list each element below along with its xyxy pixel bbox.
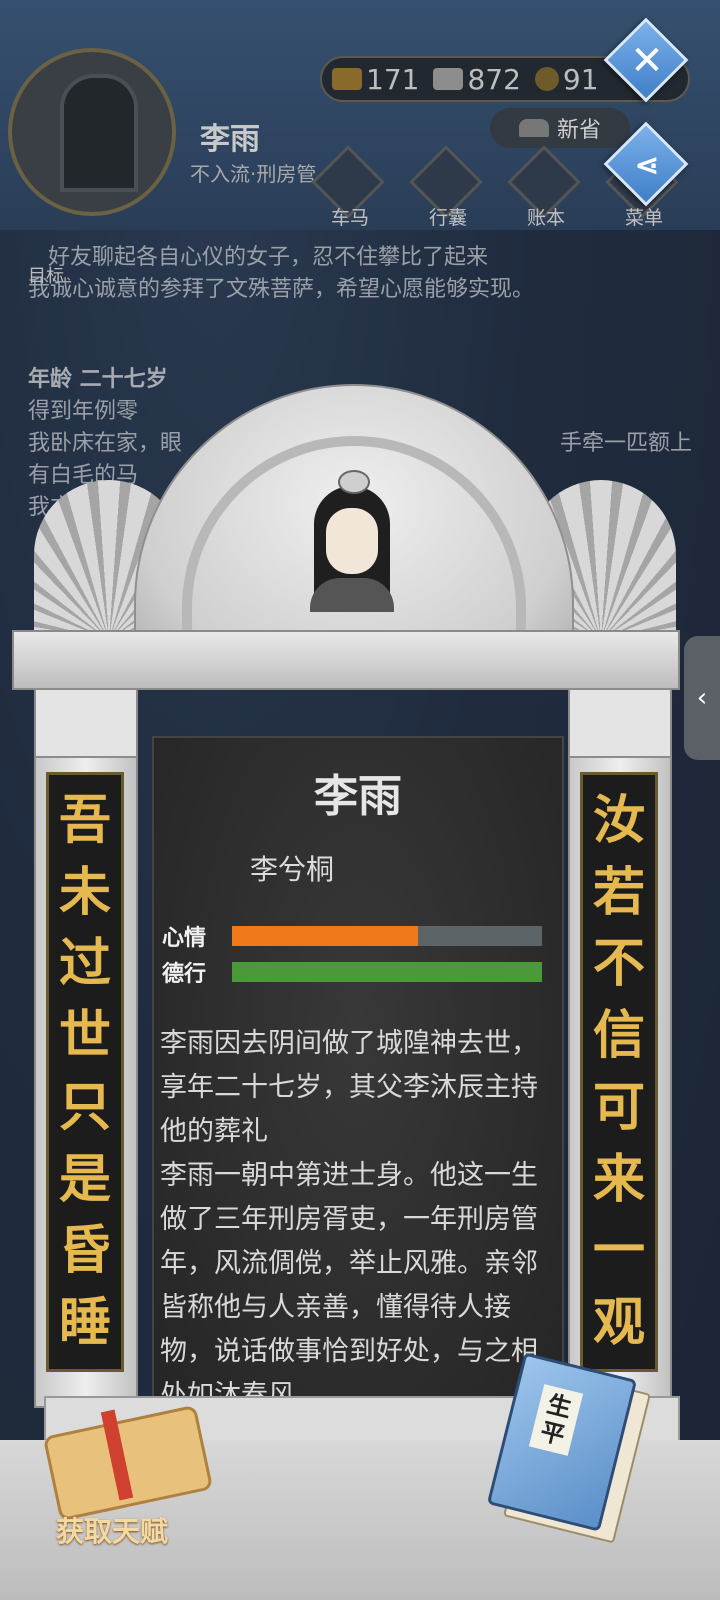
share-button[interactable]: ⋖ <box>602 120 692 210</box>
portrait-robe <box>310 578 394 612</box>
share-icon: ⋖ <box>634 147 660 183</box>
resource-value: 91 <box>562 62 599 96</box>
iron-icon <box>518 119 549 137</box>
couplet-char: 汝 <box>592 790 645 851</box>
menu-label: 车马 <box>330 207 369 229</box>
side-expand-tab[interactable]: ‹ <box>684 636 720 760</box>
player-name: 李雨 <box>200 122 260 157</box>
tombstone-board: 李雨 李兮桐 心情 德行 李雨因去阴间做了城隍神去世，享年二十七岁，其父李沐辰主… <box>152 736 564 1456</box>
couplet-char: 一 <box>592 1221 645 1282</box>
portrait-face <box>326 508 378 574</box>
mood-bar-fill <box>232 926 418 946</box>
couplet-char: 吾 <box>58 790 111 851</box>
couplet-left: 吾 未 过 世 只 是 昏 睡 <box>46 772 124 1372</box>
stat-label: 心情 <box>162 926 207 951</box>
deceased-name: 李雨 <box>314 771 402 822</box>
resource-value: 872 <box>467 62 521 96</box>
couplet-char: 是 <box>58 1149 111 1210</box>
log-line: 好友聊起各自心仪的女子，忍不住攀比了起来 <box>48 245 489 270</box>
couplet-char: 睡 <box>58 1293 111 1354</box>
door-portrait-icon <box>60 74 138 192</box>
couplet-char: 若 <box>592 862 645 923</box>
couplet-char: 昏 <box>58 1221 111 1282</box>
resource-gold: 171 <box>332 63 419 96</box>
couplet-char: 信 <box>592 1006 645 1067</box>
talent-scroll-button[interactable] <box>40 1400 214 1522</box>
menu-item-carriage[interactable]: 车马 <box>310 145 390 230</box>
couplet-char: 观 <box>592 1293 645 1354</box>
couplet-char: 不 <box>592 934 645 995</box>
talent-label[interactable]: 获取天赋 <box>56 1510 168 1550</box>
couplet-right: 汝 若 不 信 可 来 一 观 <box>580 772 658 1372</box>
gold-ingot-icon <box>332 68 362 90</box>
stat-label: 德行 <box>162 962 207 987</box>
deceased-alias: 李兮桐 <box>250 853 335 886</box>
menu-item-ledger[interactable]: 账本 <box>506 145 586 230</box>
player-rank: 不入流·刑房管 <box>190 162 317 186</box>
chevron-left-icon: ‹ <box>696 683 708 713</box>
close-button[interactable]: ✕ <box>602 16 692 106</box>
epitaph-text: 李雨因去阴间做了城隍神去世，享年二十七岁，其父李沐辰主持他的葬礼 李雨一朝中第进… <box>160 1022 538 1418</box>
virtue-bar <box>232 962 542 982</box>
biography-book-button[interactable]: 生平 <box>486 1352 651 1544</box>
couplet-char: 只 <box>58 1077 111 1138</box>
menu-label: 行囊 <box>428 207 467 229</box>
couplet-char: 来 <box>592 1149 645 1210</box>
player-avatar[interactable] <box>8 48 176 216</box>
pillar-cap-left <box>34 688 138 758</box>
couplet-char: 过 <box>58 934 111 995</box>
resource-value: 171 <box>366 62 420 96</box>
menu-label: 账本 <box>526 207 565 229</box>
portrait-hairpin <box>338 470 370 494</box>
pillar-cap-right <box>568 688 672 758</box>
character-portrait <box>310 470 394 612</box>
scroll-icon <box>42 1404 214 1522</box>
tombstone-beam <box>12 630 680 690</box>
stat-virtue: 德行 <box>162 956 542 988</box>
couplet-char: 可 <box>592 1077 645 1138</box>
target-label[interactable]: 目标 <box>28 262 64 288</box>
log-line: 我诚心诚意的参拜了文殊菩萨，希望心愿能够实现。 <box>28 277 535 302</box>
menu-item-bag[interactable]: 行囊 <box>408 145 488 230</box>
close-icon: ✕ <box>630 38 664 84</box>
epitaph-paragraph: 李雨一朝中第进士身。他这一生做了三年刑房胥吏，一年刑房管年，风流倜傥，举止风雅。… <box>160 1160 538 1411</box>
coin-icon <box>534 67 559 91</box>
resource-silver: 872 <box>433 62 521 96</box>
resource-coin: 91 <box>534 62 599 96</box>
virtue-bar-fill <box>232 962 542 982</box>
mood-bar <box>232 926 542 946</box>
province-label: 新省 <box>556 118 601 143</box>
epitaph-paragraph: 李雨因去阴间做了城隍神去世，享年二十七岁，其父李沐辰主持他的葬礼 <box>160 1028 538 1147</box>
couplet-char: 未 <box>58 862 111 923</box>
stat-mood: 心情 <box>162 920 542 952</box>
couplet-char: 世 <box>58 1006 111 1067</box>
silver-ingot-icon <box>433 68 464 90</box>
